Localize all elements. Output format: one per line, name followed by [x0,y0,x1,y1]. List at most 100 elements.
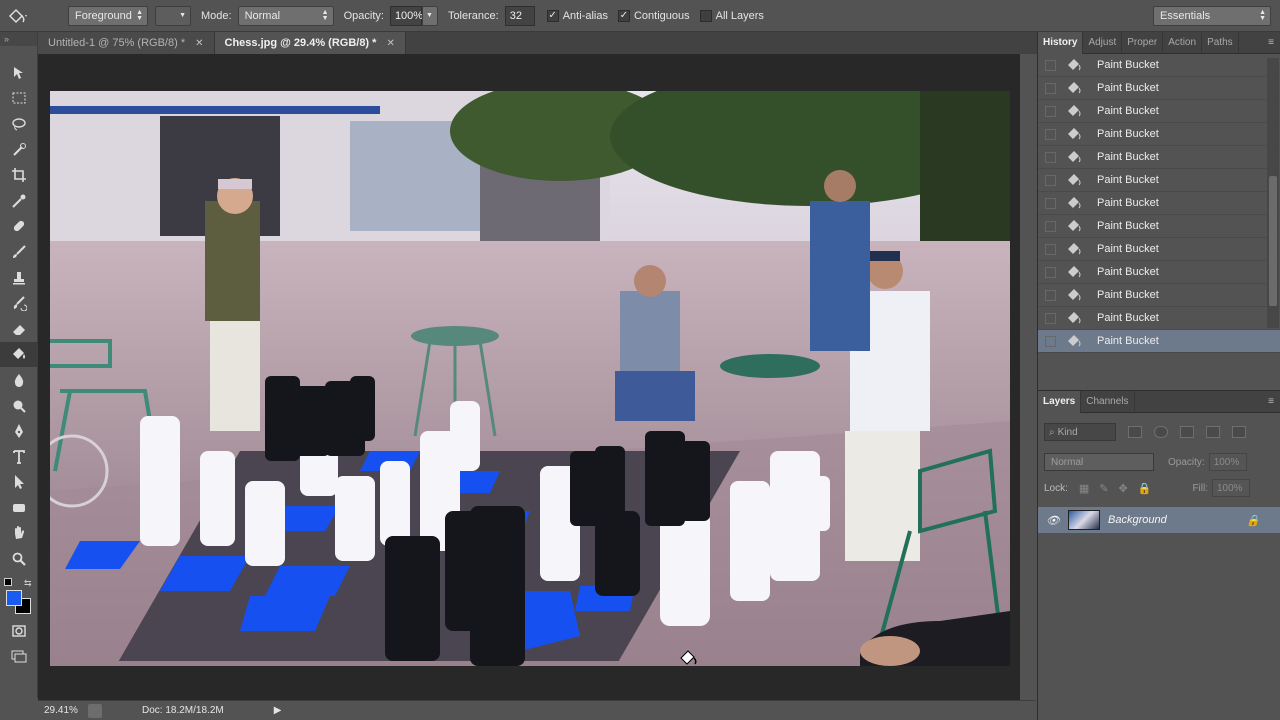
screen-mode-icon[interactable] [0,643,38,669]
history-source-checkbox[interactable] [1045,82,1056,94]
quick-selection-tool-icon[interactable] [0,137,38,163]
tab-paths[interactable]: Paths [1202,31,1239,54]
hand-tool-icon[interactable] [0,521,38,547]
foreground-color-swatch[interactable] [6,589,22,606]
workspace-dropdown[interactable]: Essentials ▲ ▼ [1153,6,1271,26]
healing-brush-tool-icon[interactable] [0,214,38,240]
all-layers-checkbox[interactable] [699,9,712,22]
opacity-slider-button[interactable]: ▼ [421,5,438,26]
blur-tool-icon[interactable] [0,367,38,393]
tab-channels[interactable]: Channels [1081,390,1135,413]
document-canvas-image[interactable] [50,91,1010,666]
close-icon[interactable]: ✕ [386,38,394,49]
lasso-tool-icon[interactable] [0,111,38,137]
default-colors-icon[interactable] [4,577,12,586]
kind-filter-dropdown[interactable]: ⌕ Kind [1044,423,1116,441]
blend-mode-dropdown[interactable]: Normal [1044,453,1154,471]
history-source-checkbox[interactable] [1045,289,1056,301]
canvas-area[interactable] [38,54,1020,700]
zoom-level[interactable]: 29.41% [38,705,88,716]
history-source-checkbox[interactable] [1045,197,1056,209]
pixel-filter-icon[interactable] [1128,426,1142,438]
history-state[interactable]: Paint Bucket [1038,77,1280,100]
status-menu-arrow-icon[interactable]: ▶ [274,705,282,716]
history-state[interactable]: Paint Bucket [1038,215,1280,238]
tolerance-input[interactable]: 32 [504,5,535,26]
all-layers-option[interactable]: All Layers [699,9,764,22]
history-state[interactable]: Paint Bucket [1038,261,1280,284]
scrollbar-thumb[interactable] [1269,176,1277,306]
tab-chess[interactable]: Chess.jpg @ 29.4% (RGB/8) * ✕ [214,32,406,54]
eraser-tool-icon[interactable] [0,316,38,342]
layer-name[interactable]: Background [1108,514,1167,526]
tools-panel-collapse[interactable]: » [0,32,37,46]
adjustment-filter-icon[interactable] [1154,426,1168,438]
dodge-tool-icon[interactable] [0,393,38,419]
visibility-eye-icon[interactable]: 👁 [1038,514,1068,527]
layer-background[interactable]: 👁 Background 🔒 [1038,507,1280,533]
history-state[interactable]: Paint Bucket [1038,284,1280,307]
shape-filter-icon[interactable] [1206,426,1220,438]
anti-alias-checkbox[interactable]: ✓ [546,9,559,22]
clone-stamp-tool-icon[interactable] [0,265,38,291]
lock-all-icon[interactable]: 🔒 [1138,482,1152,495]
history-source-checkbox[interactable] [1045,151,1056,163]
canvas-vertical-scrollbar[interactable] [1020,54,1036,700]
status-info-icon[interactable] [88,703,102,718]
type-tool-icon[interactable] [0,444,38,470]
history-state[interactable]: Paint Bucket [1038,54,1280,77]
history-source-checkbox[interactable] [1045,59,1056,71]
tab-properties[interactable]: Proper [1122,31,1164,54]
close-icon[interactable]: ✕ [195,38,203,49]
history-source-checkbox[interactable] [1045,266,1056,278]
crop-tool-icon[interactable] [0,162,38,188]
layer-fill-input[interactable]: 100% [1212,479,1250,497]
history-source-checkbox[interactable] [1045,128,1056,140]
panel-menu-icon[interactable]: ≡ [1268,396,1274,407]
fill-source-dropdown[interactable]: Foreground ▲ ▼ [68,5,148,26]
history-state[interactable]: Paint Bucket [1038,330,1280,353]
tab-untitled-1[interactable]: Untitled-1 @ 75% (RGB/8) * ✕ [38,32,215,54]
tab-adjustments[interactable]: Adjust [1083,31,1123,54]
tab-history[interactable]: History [1038,31,1084,54]
pattern-picker[interactable]: ▼ [155,5,191,26]
tab-layers[interactable]: Layers [1038,390,1082,413]
panel-menu-icon[interactable]: ≡ [1268,37,1274,48]
history-source-checkbox[interactable] [1045,105,1056,117]
paint-bucket-tool-preset-icon[interactable] [0,0,36,32]
history-scrollbar[interactable] [1267,58,1279,328]
lock-image-icon[interactable]: ✎ [1099,482,1108,495]
history-state[interactable]: Paint Bucket [1038,238,1280,261]
shape-tool-icon[interactable] [0,495,38,521]
history-brush-tool-icon[interactable] [0,290,38,316]
lock-position-icon[interactable]: ✥ [1119,482,1128,495]
history-source-checkbox[interactable] [1045,335,1056,347]
lock-transparent-icon[interactable]: ▦ [1079,482,1089,495]
quick-mask-icon[interactable] [0,618,38,644]
smart-object-filter-icon[interactable] [1232,426,1246,438]
zoom-tool-icon[interactable] [0,546,38,572]
anti-alias-option[interactable]: ✓ Anti-alias [546,9,608,22]
contiguous-option[interactable]: ✓ Contiguous [617,9,690,22]
paint-bucket-tool-icon[interactable] [0,341,38,368]
layer-opacity-input[interactable]: 100% [1208,453,1247,471]
path-selection-tool-icon[interactable] [0,470,38,496]
swap-colors-icon[interactable]: ⇆ [24,578,32,589]
history-source-checkbox[interactable] [1045,174,1056,186]
opacity-input[interactable]: 100% [389,5,423,26]
tab-actions[interactable]: Action [1163,31,1203,54]
history-state[interactable]: Paint Bucket [1038,123,1280,146]
mode-dropdown[interactable]: Normal ▲ ▼ [237,5,334,26]
history-state[interactable]: Paint Bucket [1038,146,1280,169]
history-state[interactable]: Paint Bucket [1038,307,1280,330]
pen-tool-icon[interactable] [0,418,38,444]
move-tool-icon[interactable] [0,60,38,86]
contiguous-checkbox[interactable]: ✓ [617,9,630,22]
history-source-checkbox[interactable] [1045,312,1056,324]
type-filter-icon[interactable] [1180,426,1194,438]
marquee-tool-icon[interactable] [0,86,38,112]
history-state[interactable]: Paint Bucket [1038,192,1280,215]
brush-tool-icon[interactable] [0,239,38,265]
history-state[interactable]: Paint Bucket [1038,169,1280,192]
eyedropper-tool-icon[interactable] [0,188,38,214]
